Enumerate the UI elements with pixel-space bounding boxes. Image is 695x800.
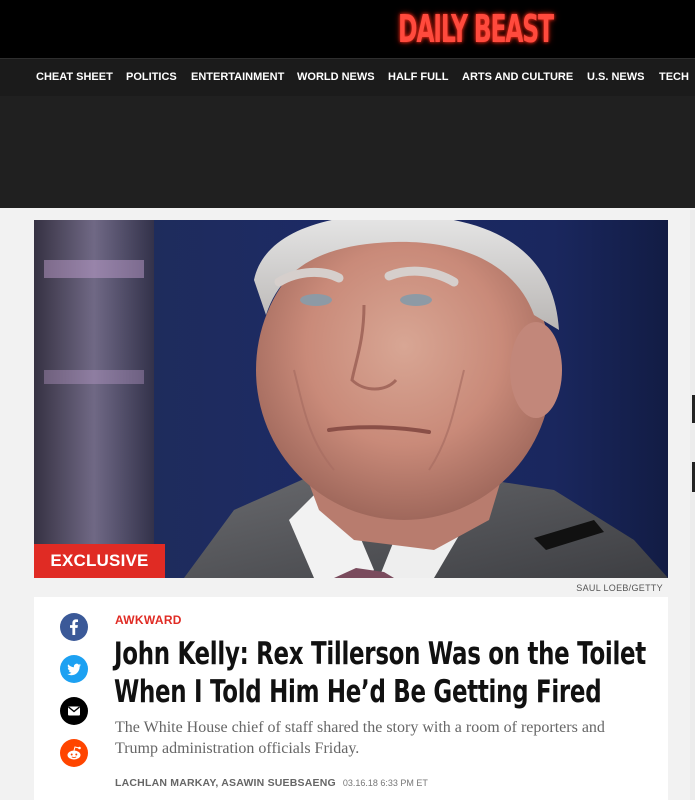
scrollbar-track[interactable] (690, 210, 695, 800)
nav-item-half-full[interactable]: HALF FULL (388, 59, 448, 96)
article-headline[interactable]: John Kelly: Rex Tillerson Was on the Toi… (114, 635, 646, 711)
hero-image[interactable] (34, 220, 668, 578)
headline-line-1[interactable]: John Kelly: Rex Tillerson Was on the Toi… (114, 635, 646, 673)
facebook-icon[interactable] (60, 613, 88, 641)
article-dek: The White House chief of staff shared th… (115, 719, 605, 757)
nav-item-us-news[interactable]: U.S. NEWS (587, 59, 644, 96)
nav-item-entertainment[interactable]: ENTERTAINMENT (191, 59, 284, 96)
article-kicker[interactable]: AWKWARD (115, 613, 182, 627)
twitter-icon[interactable] (60, 655, 88, 683)
byline-timestamp: 03.16.18 6:33 PM ET (342, 778, 428, 788)
article-card: AWKWARD John Kelly: Rex Tillerson Was on… (34, 597, 668, 800)
ad-slot (0, 96, 695, 208)
byline-authors[interactable]: LACHLAN MARKAY, ASAWIN SUEBSAENG (115, 777, 336, 789)
exclusive-badge: EXCLUSIVE (34, 544, 165, 578)
nav-item-tech[interactable]: TECH (659, 59, 689, 96)
nav-item-cheat-sheet[interactable]: CHEAT SHEET (36, 59, 113, 96)
photo-credit: SAUL LOEB/GETTY (576, 583, 663, 593)
byline: LACHLAN MARKAY, ASAWIN SUEBSAENG 03.16.1… (115, 777, 428, 789)
nav-item-world-news[interactable]: WORLD NEWS (297, 59, 375, 96)
site-header: DAILY BEAST (0, 0, 695, 58)
reddit-icon[interactable] (60, 739, 88, 767)
email-icon[interactable] (60, 697, 88, 725)
headline-line-2[interactable]: When I Told Him He’d Be Getting Fired (114, 673, 602, 711)
nav-item-arts-and-culture[interactable]: ARTS AND CULTURE (462, 59, 573, 96)
portrait-photo (34, 220, 668, 578)
nav-item-politics[interactable]: POLITICS (126, 59, 177, 96)
main-nav: CHEAT SHEET POLITICS ENTERTAINMENT WORLD… (0, 58, 695, 96)
daily-beast-logo[interactable]: DAILY BEAST (398, 6, 554, 52)
